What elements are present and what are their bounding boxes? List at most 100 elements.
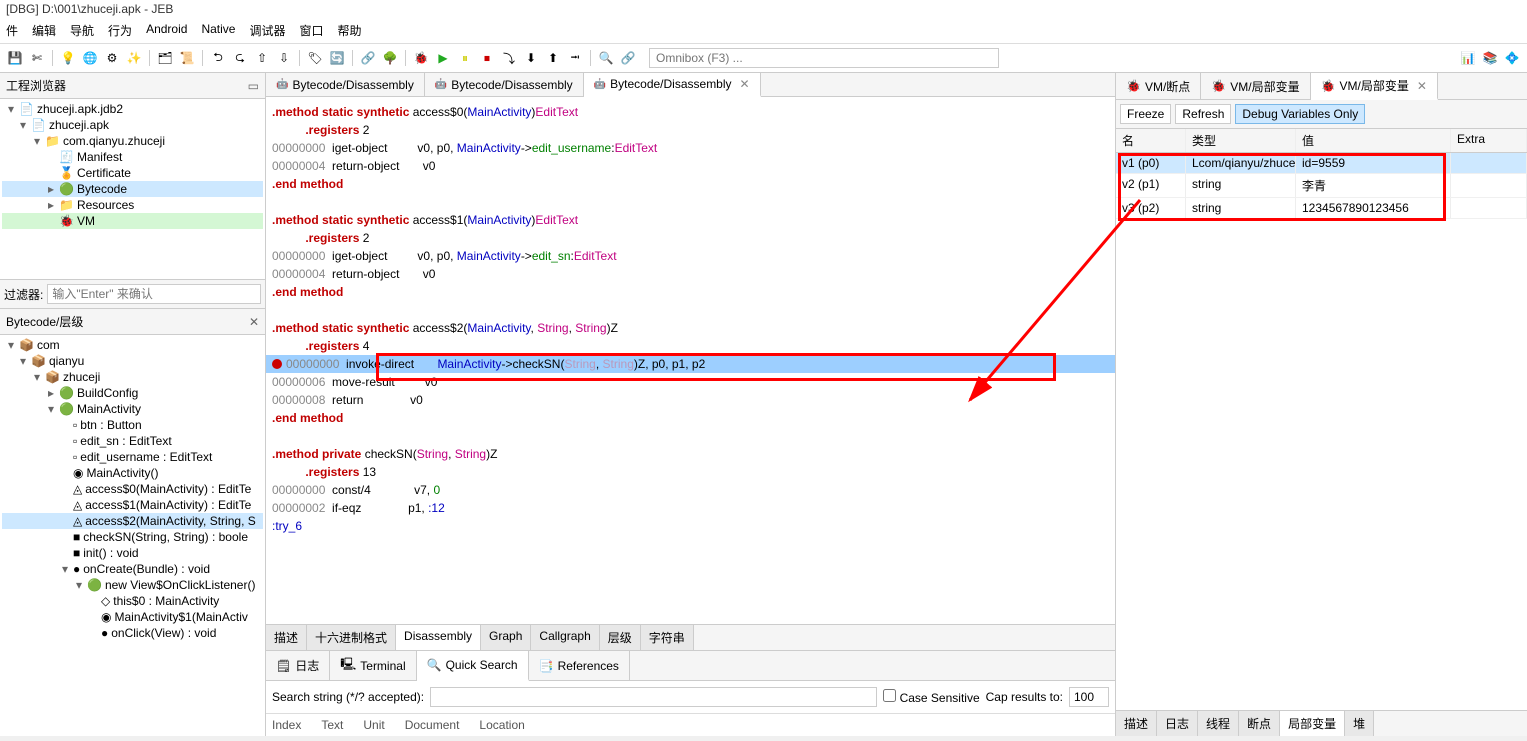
refresh-button[interactable]: Refresh (1175, 104, 1231, 124)
script-icon[interactable]: 📜 (178, 49, 196, 67)
save-icon[interactable]: 💾 (6, 49, 24, 67)
debug-bottom-tab[interactable]: 描述 (1116, 711, 1157, 736)
tree-item[interactable]: ▫edit_username : EditText (2, 449, 263, 465)
step-into-icon[interactable]: ⬇ (522, 49, 540, 67)
project-tree[interactable]: ▾📄zhuceji.apk.jdb2▾📄zhuceji.apk▾📁com.qia… (0, 99, 265, 279)
menu-nav[interactable]: 导航 (70, 22, 94, 39)
debug-bottom-tab[interactable]: 局部变量 (1280, 711, 1345, 736)
debug-bottom-tab[interactable]: 线程 (1198, 711, 1239, 736)
run-to-icon[interactable]: ⭲ (566, 49, 584, 67)
tree-item[interactable]: ◬access$0(MainActivity) : EditTe (2, 481, 263, 497)
tree-item[interactable]: ▾📄zhuceji.apk (2, 117, 263, 133)
omnibox-input[interactable] (649, 48, 999, 68)
bulb-icon[interactable]: 💡 (59, 49, 77, 67)
play-icon[interactable]: ▶ (434, 49, 452, 67)
step-out-icon[interactable]: ⬆ (544, 49, 562, 67)
tree-item[interactable]: ▾📦com (2, 337, 263, 353)
editor-tab[interactable]: 🤖Bytecode/Disassembly✕ (584, 73, 761, 97)
magic-icon[interactable]: ✨ (125, 49, 143, 67)
expand-icon[interactable]: ▸ (46, 386, 56, 400)
heap-icon[interactable]: 📊 (1459, 49, 1477, 67)
back-icon[interactable]: ⮌ (209, 49, 227, 67)
tree-item[interactable]: ◇this$0 : MainActivity (2, 593, 263, 609)
tree-item[interactable]: ▾●onCreate(Bundle) : void (2, 561, 263, 577)
expand-icon[interactable]: ▾ (46, 402, 56, 416)
bottom-tab[interactable]: Disassembly (396, 625, 481, 650)
variable-row[interactable]: v2 (p1)string李青 (1116, 174, 1527, 198)
menu-window[interactable]: 窗口 (299, 22, 323, 39)
menu-edit[interactable]: 编辑 (32, 22, 56, 39)
tab-references[interactable]: 📑 References (529, 651, 630, 680)
tree-item[interactable]: ▸📁Resources (2, 197, 263, 213)
menu-native[interactable]: Native (201, 22, 235, 39)
cap-results-input[interactable] (1069, 687, 1109, 707)
col-value-header[interactable]: 值 (1296, 129, 1451, 152)
step-over-icon[interactable]: ⤵ (500, 49, 518, 67)
bug-icon[interactable]: 🐞 (412, 49, 430, 67)
mem-icon[interactable]: 💠 (1503, 49, 1521, 67)
tree-item[interactable]: ▾📦qianyu (2, 353, 263, 369)
bottom-tab[interactable]: 层级 (600, 625, 641, 650)
maximize-icon[interactable]: ▭ (248, 79, 259, 93)
globe-icon[interactable]: 🌐 (81, 49, 99, 67)
tree-icon[interactable]: 🌳 (381, 49, 399, 67)
menu-android[interactable]: Android (146, 22, 187, 39)
gear-icon[interactable]: ⚙ (103, 49, 121, 67)
tree-item[interactable]: ●onClick(View) : void (2, 625, 263, 641)
tree-item[interactable]: ▸🟢BuildConfig (2, 385, 263, 401)
freeze-button[interactable]: Freeze (1120, 104, 1171, 124)
expand-icon[interactable]: ▾ (6, 102, 16, 116)
refresh-icon[interactable]: 🔄 (328, 49, 346, 67)
case-sensitive-checkbox[interactable]: Case Sensitive (883, 689, 979, 705)
regex-icon[interactable]: 🔍 (597, 49, 615, 67)
tree-item[interactable]: ▾📦zhuceji (2, 369, 263, 385)
debug-tab[interactable]: 🐞VM/局部变量 (1201, 73, 1310, 99)
close-icon[interactable]: ✕ (1417, 79, 1427, 93)
editor-tab[interactable]: 🤖Bytecode/Disassembly (266, 73, 425, 96)
variable-row[interactable]: v3 (p2)string1234567890123456 (1116, 198, 1527, 219)
tree-item[interactable]: ◉MainActivity() (2, 465, 263, 481)
bottom-tab[interactable]: 描述 (266, 625, 307, 650)
editor-tab[interactable]: 🤖Bytecode/Disassembly (425, 73, 584, 96)
hierarchy-tree[interactable]: ▾📦com▾📦qianyu▾📦zhuceji▸🟢BuildConfig▾🟢Mai… (0, 335, 265, 736)
tree-item[interactable]: 🏅Certificate (2, 165, 263, 181)
breakpoint-icon[interactable] (272, 359, 282, 369)
variable-row[interactable]: v1 (p0)Lcom/qianyu/zhuceid=9559 (1116, 153, 1527, 174)
col-name-header[interactable]: 名 (1116, 129, 1186, 152)
bottom-tab[interactable]: 字符串 (641, 625, 694, 650)
tree-item[interactable]: ▾📁com.qianyu.zhuceji (2, 133, 263, 149)
close-icon[interactable]: ✕ (740, 77, 750, 91)
menu-file[interactable]: 件 (6, 22, 18, 39)
bottom-tab[interactable]: Callgraph (531, 625, 599, 650)
tree-item[interactable]: ■init() : void (2, 545, 263, 561)
bottom-tab[interactable]: Graph (481, 625, 531, 650)
tree-item[interactable]: ■checkSN(String, String) : boole (2, 529, 263, 545)
expand-icon[interactable]: ▾ (32, 370, 42, 384)
expand-icon[interactable]: ▾ (18, 118, 28, 132)
tab-log[interactable]: 🗒 日志 (266, 651, 330, 680)
menu-help[interactable]: 帮助 (337, 22, 361, 39)
debug-bottom-tab[interactable]: 断点 (1239, 711, 1280, 736)
close-icon[interactable]: ✕ (249, 315, 259, 329)
tree-item[interactable]: ▸🟢Bytecode (2, 181, 263, 197)
tree-item[interactable]: ▾📄zhuceji.apk.jdb2 (2, 101, 263, 117)
tree-item[interactable]: ▾🟢MainActivity (2, 401, 263, 417)
expand-icon[interactable]: ▾ (18, 354, 28, 368)
tab-terminal[interactable]: 🖳 Terminal (330, 651, 416, 680)
debug-vars-only-button[interactable]: Debug Variables Only (1235, 104, 1365, 124)
disassembly-view[interactable]: .method static synthetic access$0(MainAc… (266, 97, 1115, 624)
debug-bottom-tab[interactable]: 日志 (1157, 711, 1198, 736)
tree-item[interactable]: 🐞VM (2, 213, 263, 229)
link-icon[interactable]: 🔗 (359, 49, 377, 67)
expand-icon[interactable]: ▾ (6, 338, 16, 352)
tab-quick-search[interactable]: 🔍 Quick Search (417, 651, 529, 681)
expand-icon[interactable]: ▾ (32, 134, 42, 148)
tag-icon[interactable]: 🏷 (306, 49, 324, 67)
pause-icon[interactable]: ⏸ (456, 49, 474, 67)
filter-input[interactable] (47, 284, 261, 304)
search-input[interactable] (430, 687, 877, 707)
bottom-tab[interactable]: 十六进制格式 (307, 625, 396, 650)
cut-icon[interactable]: ✄ (28, 49, 46, 67)
debug-tab[interactable]: 🐞VM/局部变量✕ (1311, 73, 1438, 100)
tree-item[interactable]: 🧾Manifest (2, 149, 263, 165)
